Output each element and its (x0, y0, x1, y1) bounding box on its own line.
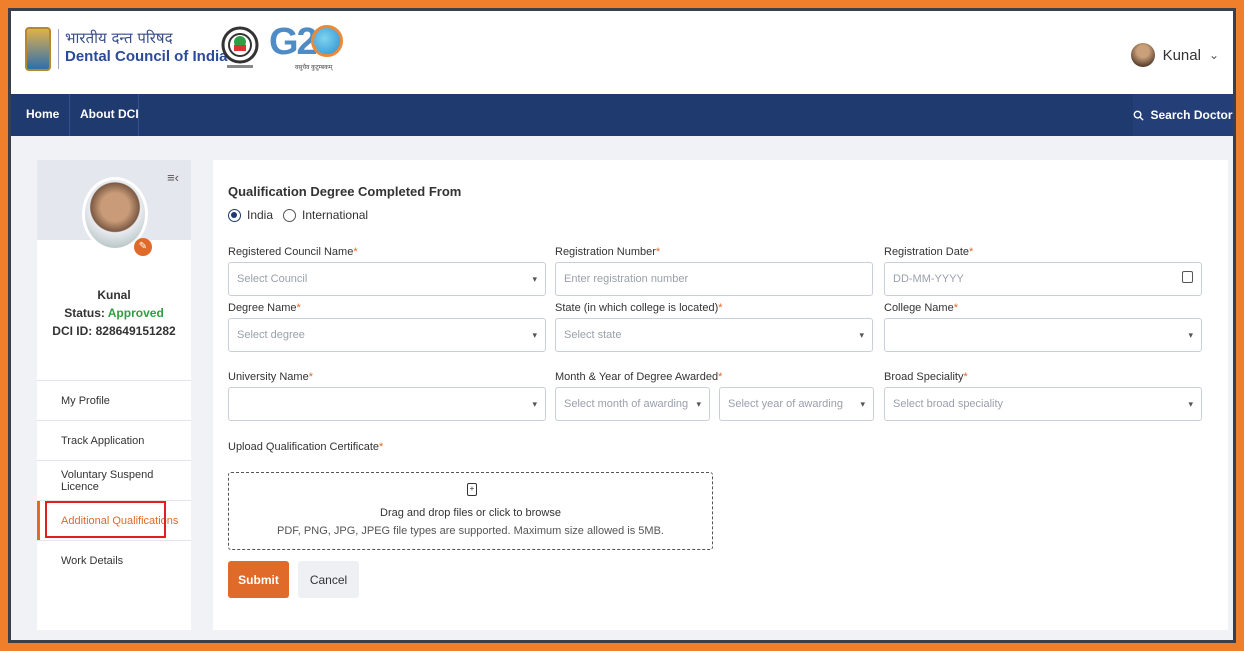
chevron-down-icon: ▾ (532, 274, 537, 284)
g20-tagline: वसुधैव कुटुम्बकम् (295, 65, 333, 71)
council-placeholder: Select Council (237, 273, 308, 285)
month-placeholder: Select month of awarding (564, 398, 689, 410)
app-window: भारतीय दन्त परिषद Dental Council of Indi… (11, 11, 1233, 640)
logo-divider (58, 29, 59, 69)
speciality-placeholder: Select broad speciality (893, 398, 1004, 410)
collapse-sidebar-icon[interactable]: ≡‹ (167, 170, 179, 185)
radio-international[interactable] (283, 208, 297, 222)
dci-emblem-icon[interactable] (25, 27, 51, 71)
search-icon (1134, 110, 1145, 121)
council-select[interactable]: Select Council ▾ (228, 262, 546, 296)
calendar-icon[interactable] (1182, 271, 1193, 283)
chevron-down-icon: ▾ (532, 330, 537, 340)
upload-label: Upload Qualification Certificate* (228, 441, 384, 453)
status-value: Approved (107, 306, 164, 320)
chevron-down-icon: ⌄ (1208, 48, 1219, 62)
degree-select[interactable]: Select degree ▾ (228, 318, 546, 352)
fit-india-logo-icon (221, 26, 259, 68)
org-name-hindi: भारतीय दन्त परिषद (65, 29, 173, 47)
search-doctor-button[interactable]: Search Doctor (1133, 94, 1233, 136)
state-select[interactable]: Select state ▾ (555, 318, 873, 352)
speciality-label: Broad Speciality* (884, 371, 968, 383)
nav-divider (69, 94, 70, 136)
nav-home[interactable]: Home (26, 107, 59, 121)
org-name-english: Dental Council of India (65, 48, 228, 65)
chevron-down-icon: ▾ (1188, 330, 1193, 340)
reg-date-label: Registration Date* (884, 246, 974, 258)
sidebar-item-track-application[interactable]: Track Application (37, 420, 191, 460)
dropzone-instructions: Drag and drop files or click to browse (380, 507, 561, 519)
user-menu[interactable]: Kunal ⌄ (1130, 43, 1219, 67)
reg-no-placeholder: Enter registration number (564, 273, 689, 285)
registration-number-input[interactable]: Enter registration number (555, 262, 873, 296)
radio-india-label[interactable]: India (247, 208, 273, 222)
year-select[interactable]: Select year of awarding ▾ (719, 387, 874, 421)
college-select[interactable]: ▾ (884, 318, 1202, 352)
college-label: College Name* (884, 302, 958, 314)
top-header: भारतीय दन्त परिषद Dental Council of Indi… (11, 11, 1233, 94)
chevron-down-icon: ▾ (532, 399, 537, 409)
month-select[interactable]: Select month of awarding ▾ (555, 387, 710, 421)
file-upload-icon: + (467, 483, 477, 496)
qualification-form: Qualification Degree Completed From Indi… (213, 160, 1228, 630)
chevron-down-icon: ▾ (1188, 399, 1193, 409)
nav-divider (138, 94, 139, 136)
search-doctor-label: Search Doctor (1150, 108, 1233, 122)
state-placeholder: Select state (564, 329, 622, 341)
registration-date-input[interactable]: DD-MM-YYYY (884, 262, 1202, 296)
year-placeholder: Select year of awarding (728, 398, 843, 410)
university-label: University Name* (228, 371, 313, 383)
reg-no-label: Registration Number* (555, 246, 661, 258)
university-select[interactable]: ▾ (228, 387, 546, 421)
council-label: Registered Council Name* (228, 246, 358, 258)
chevron-down-icon: ▾ (860, 399, 865, 409)
edit-photo-icon[interactable]: ✎ (134, 238, 152, 256)
user-avatar-icon (1130, 43, 1155, 67)
file-dropzone[interactable]: + Drag and drop files or click to browse… (228, 472, 713, 550)
reg-date-placeholder: DD-MM-YYYY (893, 273, 964, 285)
user-name: Kunal (1162, 46, 1201, 64)
degree-origin-radio-group: India International (228, 208, 368, 222)
state-label: State (in which college is located)* (555, 302, 723, 314)
section-title: Qualification Degree Completed From (228, 184, 462, 199)
speciality-select[interactable]: Select broad speciality ▾ (884, 387, 1202, 421)
sidebar-item-my-profile[interactable]: My Profile (37, 380, 191, 420)
highlight-box (45, 501, 166, 538)
month-year-label: Month & Year of Degree Awarded* (555, 371, 723, 383)
degree-label: Degree Name* (228, 302, 301, 314)
sidebar-item-voluntary-suspend-licence[interactable]: Voluntary Suspend Licence (37, 460, 191, 500)
g20-globe-icon (311, 25, 343, 57)
sidebar-item-work-details[interactable]: Work Details (37, 540, 191, 580)
radio-international-label[interactable]: International (302, 208, 368, 222)
main-nav: Home About DCI Search Doctor (11, 94, 1233, 136)
chevron-down-icon: ▾ (696, 399, 701, 409)
dropzone-file-types: PDF, PNG, JPG, JPEG file types are suppo… (277, 525, 664, 537)
degree-placeholder: Select degree (237, 329, 305, 341)
dci-id: DCI ID: 828649151282 (52, 324, 176, 338)
sidebar-menu: My Profile Track Application Voluntary S… (37, 380, 191, 580)
profile-status: Status: Approved (37, 306, 191, 320)
radio-india[interactable] (228, 208, 241, 222)
submit-button[interactable]: Submit (228, 561, 289, 598)
screenshot-frame: भारतीय दन्त परिषद Dental Council of Indi… (8, 8, 1236, 643)
cancel-button[interactable]: Cancel (298, 561, 359, 598)
chevron-down-icon: ▾ (859, 330, 864, 340)
profile-name: Kunal (97, 288, 131, 302)
profile-sidebar: ≡‹ ✎ Kunal Status: Approved DCI ID: 8286… (37, 160, 191, 630)
nav-about-dci[interactable]: About DCI (80, 107, 139, 121)
status-label: Status: (64, 306, 105, 320)
